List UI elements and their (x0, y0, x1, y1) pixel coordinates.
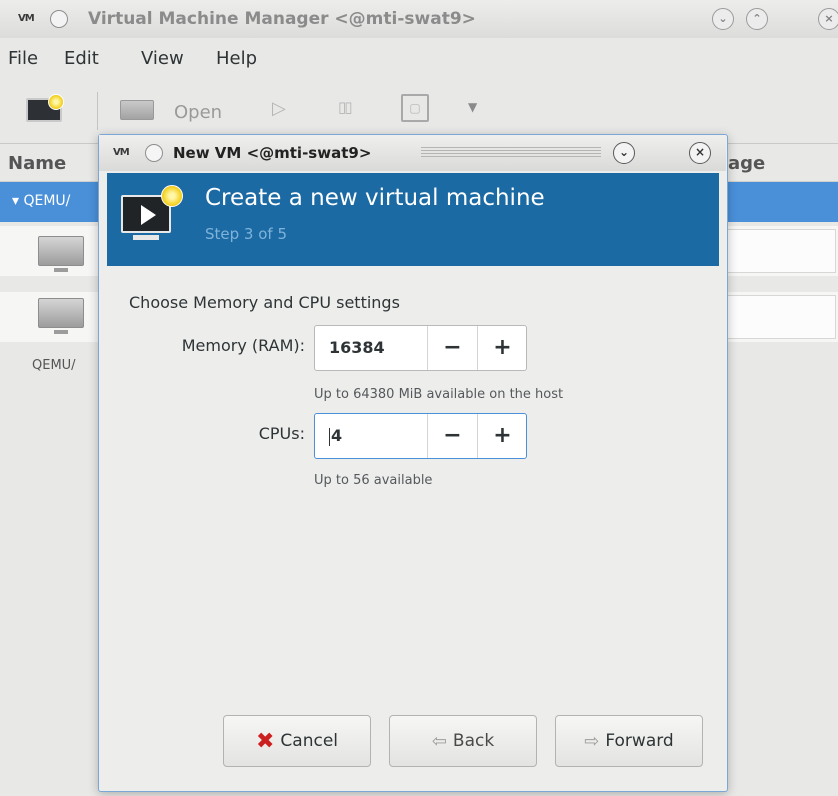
maximize-button[interactable]: ⌃ (746, 8, 768, 30)
cancel-icon: ✖ (255, 728, 275, 754)
dialog-title: New VM <@mti-swat9> (173, 144, 372, 162)
forward-button[interactable]: ⇨ Forward (555, 715, 703, 767)
cpus-increment-button[interactable]: + (477, 414, 527, 458)
column-usage-header[interactable]: age (728, 153, 765, 174)
new-star-icon (161, 185, 183, 207)
toolbar-separator (97, 92, 98, 130)
connection-group-label: ▾ QEMU/ (12, 193, 71, 209)
close-button[interactable]: × (818, 8, 838, 30)
window-menu-icon[interactable] (50, 10, 68, 28)
new-vm-dialog: VM New VM <@mti-swat9> ⌄ × Create a new … (98, 134, 728, 792)
back-button[interactable]: ⇦ Back (389, 715, 537, 767)
new-vm-icon[interactable] (26, 94, 68, 124)
section-heading: Choose Memory and CPU settings (129, 293, 400, 312)
dialog-minimize-button[interactable]: ⌄ (613, 142, 635, 164)
app-logo-icon: VM (18, 13, 35, 24)
menu-view[interactable]: View (141, 48, 184, 69)
column-name-header[interactable]: Name (8, 153, 66, 174)
titlebar-grip (421, 147, 601, 159)
menu-edit[interactable]: Edit (64, 48, 99, 69)
back-button-label: Back (452, 731, 495, 751)
connection-uri-label: QEMU/ (32, 358, 76, 373)
memory-input[interactable]: 16384 (315, 326, 427, 370)
cpus-hint: Up to 56 available (314, 473, 433, 488)
cpus-spinbox: 4 − + (314, 413, 527, 459)
back-arrow-icon: ⇦ (431, 730, 447, 752)
cancel-button-label: Cancel (280, 731, 339, 751)
text-caret (329, 427, 330, 446)
main-window-title: Virtual Machine Manager <@mti-swat9> (88, 9, 476, 29)
wizard-banner: Create a new virtual machine Step 3 of 5 (107, 173, 719, 266)
vm-monitor-icon (38, 298, 84, 334)
dialog-window-menu-icon[interactable] (145, 144, 163, 162)
menu-help[interactable]: Help (216, 48, 257, 69)
play-icon (141, 205, 156, 225)
vm-usage-cell (720, 295, 836, 339)
memory-spinbox: 16384 − + (314, 325, 527, 371)
minimize-button[interactable]: ⌄ (712, 8, 734, 30)
open-vm-icon[interactable] (120, 98, 156, 124)
cpus-label: CPUs: (258, 424, 305, 443)
run-icon[interactable]: ▷ (272, 98, 286, 119)
forward-button-label: Forward (605, 731, 674, 751)
dialog-close-button[interactable]: × (689, 142, 711, 164)
wizard-step: Step 3 of 5 (205, 225, 288, 243)
dialog-titlebar: VM New VM <@mti-swat9> ⌄ × (99, 135, 726, 171)
menubar: File Edit View Help (0, 38, 838, 78)
memory-decrement-button[interactable]: − (427, 326, 477, 370)
memory-hint: Up to 64380 MiB available on the host (314, 387, 564, 402)
shutdown-menu-chevron-down-icon[interactable]: ▼ (468, 100, 477, 114)
pause-icon[interactable]: ▯▯ (338, 98, 352, 116)
memory-increment-button[interactable]: + (477, 326, 527, 370)
cpus-input[interactable]: 4 (315, 414, 427, 458)
open-button-label[interactable]: Open (174, 102, 222, 123)
vm-usage-cell (720, 229, 836, 273)
menu-file[interactable]: File (8, 48, 38, 69)
memory-label: Memory (RAM): (181, 336, 305, 355)
forward-arrow-icon: ⇨ (584, 730, 600, 752)
vm-monitor-icon (38, 236, 84, 272)
shutdown-icon[interactable]: ▢ (401, 94, 429, 122)
cancel-button[interactable]: ✖ Cancel (223, 715, 371, 767)
app-logo-icon: VM (113, 147, 130, 158)
main-window-titlebar: VM Virtual Machine Manager <@mti-swat9> … (0, 0, 838, 38)
cpus-decrement-button[interactable]: − (427, 414, 477, 458)
wizard-title: Create a new virtual machine (205, 185, 545, 211)
